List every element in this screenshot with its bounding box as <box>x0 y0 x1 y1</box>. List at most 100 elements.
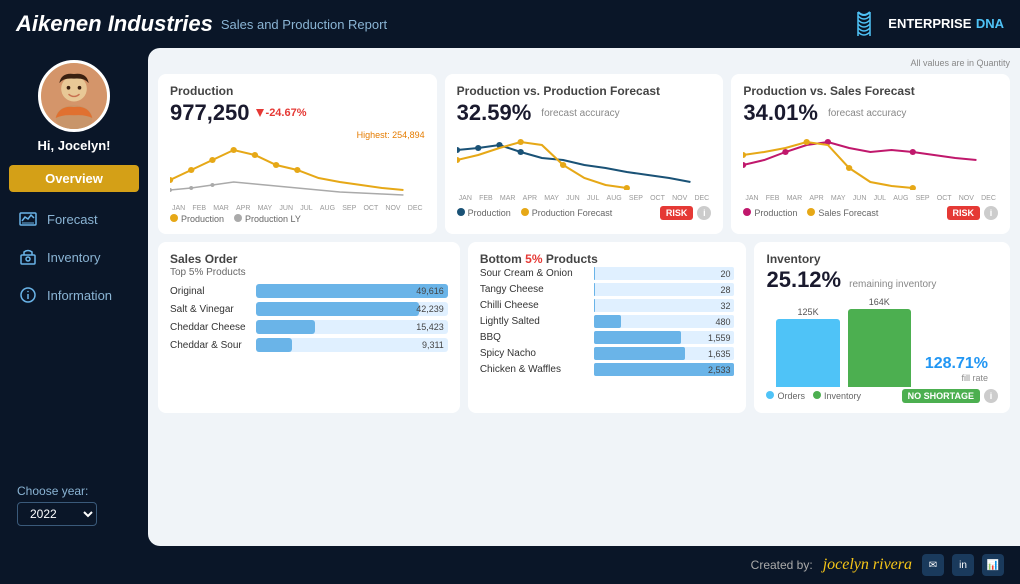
chart-icon[interactable]: 📊 <box>982 554 1004 576</box>
email-icon[interactable]: ✉ <box>922 554 944 576</box>
forecast-icon <box>17 208 39 230</box>
prod-vs-forecast-card: Production vs. Production Forecast 32.59… <box>445 74 724 234</box>
pvs-pct: 34.01% <box>743 100 818 126</box>
sales-bar-cheddar: Cheddar Cheese 15,423 <box>170 320 448 334</box>
product-row-spicy: Spicy Nacho 1,635 <box>480 347 735 360</box>
pvf-risk-badge: RISK <box>660 206 694 220</box>
overview-button[interactable]: Overview <box>9 165 139 192</box>
pvs-info-icon[interactable]: i <box>984 206 998 220</box>
product-name-chilli: Chilli Cheese <box>480 300 590 311</box>
sales-bar-salt: Salt & Vinegar 42,239 <box>170 302 448 316</box>
sidebar-item-information[interactable]: Information <box>9 278 139 312</box>
orders-bar-label: 125K <box>798 307 819 317</box>
information-icon <box>17 284 39 306</box>
inventory-pct-label: remaining inventory <box>849 279 936 290</box>
product-bar-bg-spicy: 1,635 <box>594 347 735 360</box>
prod-vs-sales-card: Production vs. Sales Forecast 34.01% for… <box>731 74 1010 234</box>
inventory-info-icon[interactable]: i <box>984 389 998 403</box>
pvf-pct-label: forecast accuracy <box>541 108 619 119</box>
sidebar: Hi, Jocelyn! Overview Forecast <box>0 48 148 546</box>
pvf-info-icon[interactable]: i <box>697 206 711 220</box>
content-area: All values are in Quantity Production 97… <box>148 48 1020 546</box>
year-section: Choose year: 2022 2021 2020 <box>9 476 139 534</box>
product-value-tangy: 28 <box>720 285 730 295</box>
footer-created-by: Created by: <box>751 558 813 572</box>
bar-fill-cheddar <box>256 320 315 334</box>
header: Aikenen Industries Sales and Production … <box>0 0 1020 48</box>
year-select[interactable]: 2022 2021 2020 <box>17 502 97 526</box>
product-value-bbq: 1,559 <box>708 333 731 343</box>
bar-label-salt: Salt & Vinegar <box>170 304 250 315</box>
footer: Created by: jocelyn rivera ✉ in 📊 <box>0 546 1020 584</box>
orders-bar-container: 125K <box>776 297 839 387</box>
sidebar-item-inventory[interactable]: Inventory <box>9 240 139 274</box>
product-bar-bg-tangy: 28 <box>594 283 735 296</box>
bar-label-cheddarsour: Cheddar & Sour <box>170 340 250 351</box>
pvs-pct-label: forecast accuracy <box>828 108 906 119</box>
product-row-chicken: Chicken & Waffles 2,533 <box>480 363 735 376</box>
product-row-sourcing: Sour Cream & Onion 20 <box>480 267 735 280</box>
header-title: Aikenen Industries Sales and Production … <box>16 11 387 37</box>
product-value-lightly: 480 <box>715 317 730 327</box>
bottom-row: Sales Order Top 5% Products Original 49,… <box>158 242 1010 413</box>
product-bar-fill-spicy <box>594 347 685 360</box>
product-bar-bg-chilli: 32 <box>594 299 735 312</box>
product-bar-bg-sour: 20 <box>594 267 735 280</box>
avatar <box>38 60 110 132</box>
fill-rate-label: fill rate <box>961 373 988 383</box>
pvs-value-row: 34.01% forecast accuracy <box>743 100 998 126</box>
pvs-title: Production vs. Sales Forecast <box>743 84 998 98</box>
product-bar-fill-sour <box>594 267 595 280</box>
bar-bg-salt: 42,239 <box>256 302 448 316</box>
sales-bar-cheddarsour: Cheddar & Sour 9,311 <box>170 338 448 352</box>
sales-order-card: Sales Order Top 5% Products Original 49,… <box>158 242 460 413</box>
inventory-title: Inventory <box>766 252 998 266</box>
pvs-risk-badge: RISK <box>947 206 981 220</box>
product-name-chicken: Chicken & Waffles <box>480 364 590 375</box>
pvf-value-row: 32.59% forecast accuracy <box>457 100 712 126</box>
inventory-pct: 25.12% <box>766 267 841 293</box>
sidebar-item-forecast[interactable]: Forecast <box>9 202 139 236</box>
product-name-tangy: Tangy Cheese <box>480 284 590 295</box>
linkedin-icon[interactable]: in <box>952 554 974 576</box>
information-label: Information <box>47 288 112 303</box>
product-bar-fill-bbq <box>594 331 681 344</box>
logo-area: ENTERPRISE DNA <box>848 8 1004 40</box>
bar-fill-salt <box>256 302 419 316</box>
production-value-row: 977,250 -24.67% <box>170 100 425 126</box>
production-value: 977,250 <box>170 100 250 126</box>
bar-fill-cheddarsour <box>256 338 292 352</box>
inventory-legend: Orders Inventory <box>766 391 861 401</box>
pvs-footer: RISK i <box>947 206 999 220</box>
pvf-x-labels: JANFEBMARAPRMAYJUNJULAUGSEPOCTNOVDEC <box>457 195 712 202</box>
product-value-sour: 20 <box>720 269 730 279</box>
greeting-text: Hi, Jocelyn! <box>38 138 111 153</box>
bottom-products-card: Bottom 5% Products Sour Cream & Onion 20… <box>468 242 747 413</box>
pvs-legend: Production Sales Forecast <box>743 208 878 218</box>
avatar-image <box>41 60 107 132</box>
pvs-chart <box>743 130 998 190</box>
pvf-title: Production vs. Production Forecast <box>457 84 712 98</box>
bar-value-salt: 42,239 <box>416 304 444 314</box>
product-row-tangy: Tangy Cheese 28 <box>480 283 735 296</box>
shortage-container: NO SHORTAGE i <box>902 389 998 403</box>
fill-rate-value: 128.71% <box>925 355 988 373</box>
header-subtitle: Sales and Production Report <box>221 17 387 32</box>
product-value-chicken: 2,533 <box>708 365 731 375</box>
production-change: -24.67% <box>256 107 307 119</box>
footer-icons: ✉ in 📊 <box>922 554 1004 576</box>
product-bar-bg-chicken: 2,533 <box>594 363 735 376</box>
product-name-spicy: Spicy Nacho <box>480 348 590 359</box>
pvs-x-labels: JANFEBMARAPRMAYJUNJULAUGSEPOCTNOVDEC <box>743 195 998 202</box>
inventory-bar <box>848 309 911 387</box>
year-label: Choose year: <box>17 484 131 498</box>
inventory-card: Inventory 25.12% remaining inventory 125… <box>754 242 1010 413</box>
bar-value-original: 49,616 <box>416 286 444 296</box>
product-name-lightly: Lightly Salted <box>480 316 590 327</box>
product-value-chilli: 32 <box>720 301 730 311</box>
product-name-sour: Sour Cream & Onion <box>480 268 590 279</box>
inventory-bar-label: 164K <box>869 297 890 307</box>
bar-value-cheddar: 15,423 <box>416 322 444 332</box>
main-layout: Hi, Jocelyn! Overview Forecast <box>0 48 1020 546</box>
production-title: Production <box>170 84 425 98</box>
